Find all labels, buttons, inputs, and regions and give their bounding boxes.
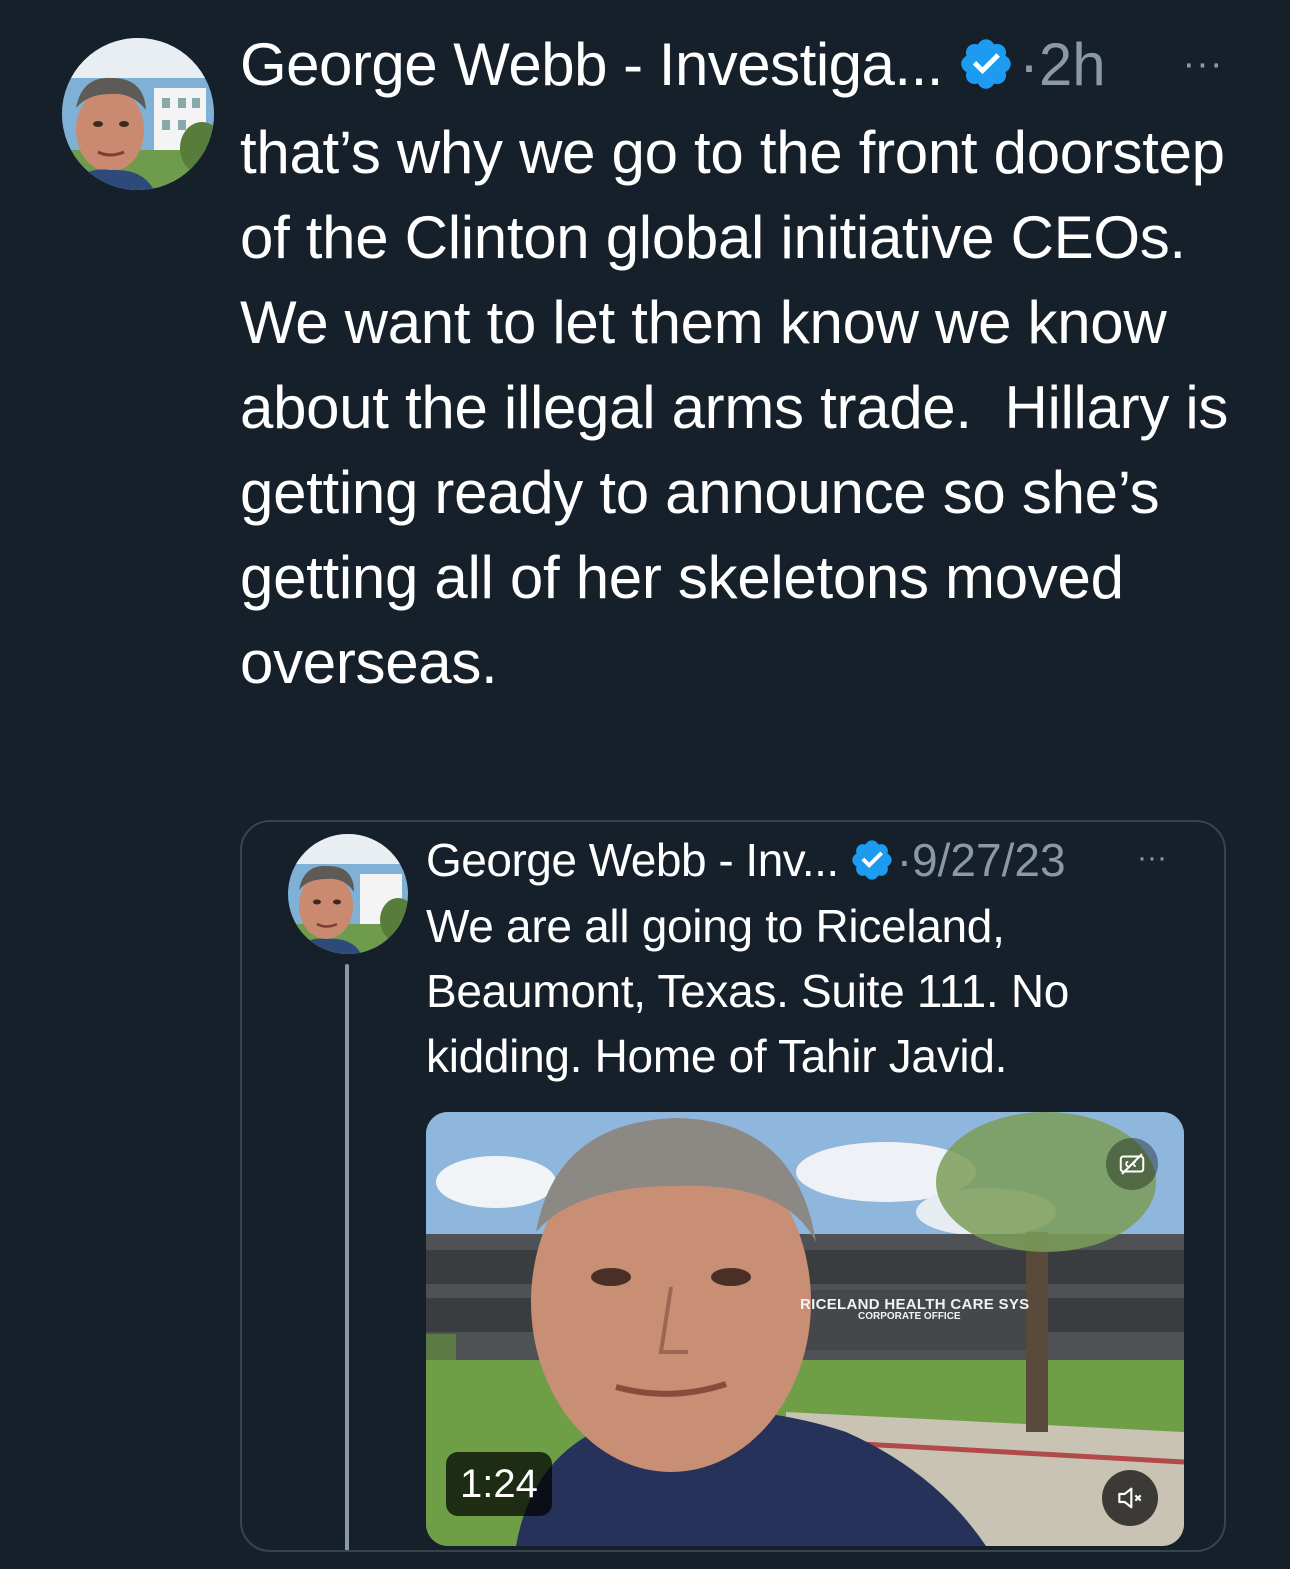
quoted-tweet-header: George Webb - Inv... · 9/27/23 — [426, 830, 1066, 890]
quoted-author-avatar[interactable] — [288, 834, 408, 954]
thread-line — [345, 964, 349, 1550]
quoted-author-name[interactable]: George Webb - Inv... — [426, 833, 839, 887]
quoted-more-options-button[interactable]: ··· — [1132, 840, 1172, 876]
quoted-avatar-image — [288, 834, 408, 954]
tweet-header: George Webb - Investiga... · 2h — [240, 28, 1106, 100]
speaker-muted-icon — [1118, 1487, 1142, 1509]
avatar-image — [62, 38, 214, 190]
mute-button[interactable] — [1102, 1470, 1158, 1526]
separator-dot: · — [1018, 30, 1039, 98]
separator-dot: · — [896, 834, 913, 886]
verified-badge-icon — [849, 837, 895, 883]
verified-badge-icon — [957, 35, 1015, 93]
author-avatar[interactable] — [62, 38, 214, 190]
author-name[interactable]: George Webb - Investiga... — [240, 30, 943, 99]
captions-button[interactable] — [1106, 1138, 1158, 1190]
tweet-text: that’s why we go to the front doorstep o… — [240, 119, 1245, 696]
captions-off-icon — [1119, 1153, 1145, 1175]
more-horizontal-icon: ··· — [1137, 841, 1167, 874]
quoted-tweet-card[interactable]: George Webb - Inv... · 9/27/23 ··· We ar… — [240, 820, 1226, 1552]
video-duration: 1:24 — [446, 1452, 552, 1516]
quoted-tweet-date[interactable]: 9/27/23 — [912, 833, 1065, 887]
more-horizontal-icon: ··· — [1182, 42, 1224, 85]
tweet: George Webb - Investiga... · 2h ··· that… — [0, 0, 1290, 1569]
tweet-timestamp[interactable]: 2h — [1039, 30, 1106, 99]
video-player[interactable]: RICELAND HEALTH CARE SYS CORPORATE OFFIC… — [426, 1112, 1184, 1546]
video-sign-subtext: CORPORATE OFFICE — [858, 1311, 961, 1322]
more-options-button[interactable]: ··· — [1178, 42, 1228, 85]
quoted-tweet-text: We are all going to Riceland, Beaumont, … — [426, 900, 1070, 1082]
